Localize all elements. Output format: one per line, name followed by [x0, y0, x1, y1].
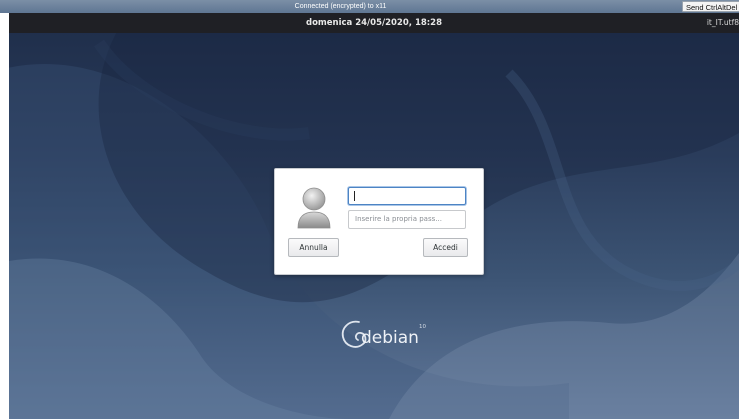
connection-status: Connected (encrypted) to x11 [294, 3, 387, 10]
keyboard-locale-indicator[interactable]: it_IT.utf8 [707, 13, 739, 33]
text-cursor [354, 191, 355, 201]
username-input[interactable] [348, 187, 466, 205]
top-panel: domenica 24/05/2020, 18:28 it_IT.utf8 [9, 13, 739, 33]
debian-logo-text: debian [361, 328, 419, 348]
cancel-button[interactable]: Annulla [288, 238, 339, 257]
login-button[interactable]: Accedi [423, 238, 468, 257]
login-dialog: Inserire la propria pass... Annulla Acce… [274, 168, 484, 275]
vnc-toolbar: Connected (encrypted) to x11 Send CtrlAl… [0, 0, 739, 13]
send-ctrl-alt-del-button[interactable]: Send CtrlAltDel [682, 1, 739, 12]
remote-desktop: domenica 24/05/2020, 18:28 it_IT.utf8 In… [9, 13, 739, 419]
panel-clock[interactable]: domenica 24/05/2020, 18:28 [9, 13, 739, 33]
user-avatar-icon [297, 187, 331, 229]
debian-version-text: 10 [419, 324, 426, 330]
debian-logo: debian 10 [341, 320, 426, 348]
password-input[interactable]: Inserire la propria pass... [348, 210, 466, 229]
